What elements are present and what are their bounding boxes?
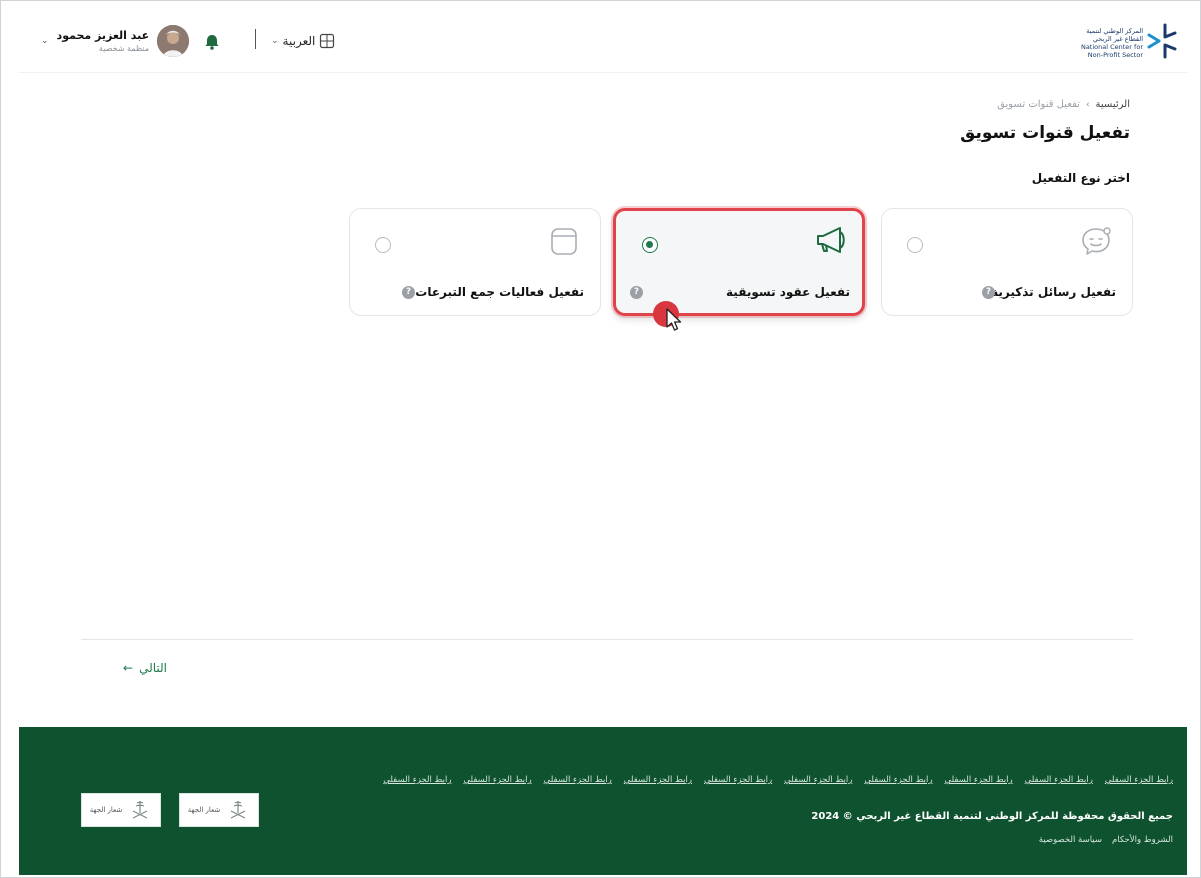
card-label: تفعيل فعاليات جمع التبرعات xyxy=(415,285,584,299)
logo-line-2: القطاع غير الربحي xyxy=(1092,35,1143,43)
radio-reminder-messages[interactable] xyxy=(907,237,923,253)
card-reminder-messages[interactable]: تفعيل رسائل تذكيرية ? xyxy=(881,208,1133,316)
footer-link[interactable]: رابط الجزء السفلي xyxy=(784,775,852,785)
logo-line-1: المركز الوطني لتنمية xyxy=(1086,27,1143,35)
chevron-down-icon: ⌄ xyxy=(41,36,49,46)
footer-policies: الشروط والأحكام سياسة الخصوصية xyxy=(1039,835,1173,845)
logo-line-4: Non-Profit Sector xyxy=(1087,51,1143,59)
user-menu[interactable]: ⌄ عبد العزيز محمود منظمة شخصية xyxy=(41,23,190,59)
footer-link[interactable]: رابط الجزء السفلي xyxy=(1025,775,1093,785)
chevron-down-icon: ⌄ xyxy=(271,36,279,46)
logo-line-3: National Center for xyxy=(1080,43,1143,51)
megaphone-icon xyxy=(817,227,845,253)
saudi-emblem-icon xyxy=(133,801,148,819)
footer: رابط الجزء السفلي رابط الجزء السفلي رابط… xyxy=(19,727,1187,875)
radio-fundraising-events[interactable] xyxy=(375,237,391,253)
terms-link[interactable]: الشروط والأحكام xyxy=(1112,835,1173,845)
footer-link[interactable]: رابط الجزء السفلي xyxy=(383,775,451,785)
language-label: العربية xyxy=(282,34,316,48)
user-name: عبد العزيز محمود xyxy=(56,29,150,42)
next-button[interactable]: التالي ← xyxy=(123,661,167,675)
language-selector[interactable]: العربية ⌄ xyxy=(271,31,335,51)
radio-marketing-contracts[interactable] xyxy=(642,237,658,253)
footer-link[interactable]: رابط الجزء السفلي xyxy=(463,775,531,785)
info-icon[interactable]: ? xyxy=(982,286,995,299)
app-window: المركز الوطني لتنمية القطاع غير الربحي N… xyxy=(0,0,1201,878)
emblem-label: شعار الجهة xyxy=(89,806,123,814)
footer-link[interactable]: رابط الجزء السفلي xyxy=(864,775,932,785)
footer-link[interactable]: رابط الجزء السفلي xyxy=(704,775,772,785)
language-icon xyxy=(320,33,335,49)
entity-emblem: شعار الجهة xyxy=(81,793,161,827)
footer-link[interactable]: رابط الجزء السفلي xyxy=(944,775,1012,785)
emblem-label: شعار الجهة xyxy=(187,806,221,814)
card-label: تفعيل عقود تسويقية xyxy=(726,285,850,299)
saudi-emblem-icon xyxy=(231,801,246,819)
top-header: المركز الوطني لتنمية القطاع غير الربحي N… xyxy=(19,9,1187,73)
breadcrumb-separator: › xyxy=(1085,99,1090,110)
logo-mark-icon xyxy=(1147,23,1177,59)
privacy-link[interactable]: سياسة الخصوصية xyxy=(1039,835,1102,845)
notification-bell-icon[interactable] xyxy=(203,33,221,51)
section-label: اختر نوع التفعيل xyxy=(1031,171,1130,185)
card-label: تفعيل رسائل تذكيرية xyxy=(991,285,1116,299)
chat-bubble-icon xyxy=(1082,227,1111,255)
content-divider xyxy=(81,639,1133,640)
calendar-icon xyxy=(551,228,577,255)
arrow-left-icon: ← xyxy=(123,661,134,675)
footer-links: رابط الجزء السفلي رابط الجزء السفلي رابط… xyxy=(383,775,1173,785)
logo-text: المركز الوطني لتنمية القطاع غير الربحي N… xyxy=(1067,27,1143,59)
copyright: جميع الحقوق محفوظة للمركز الوطني لتنمية … xyxy=(811,811,1173,822)
footer-link[interactable]: رابط الجزء السفلي xyxy=(544,775,612,785)
breadcrumb-home[interactable]: الرئيسية xyxy=(1096,99,1130,110)
avatar xyxy=(157,25,190,57)
mouse-pointer-icon xyxy=(666,308,682,331)
info-icon[interactable]: ? xyxy=(630,286,643,299)
info-icon[interactable]: ? xyxy=(402,286,415,299)
user-info: عبد العزيز محمود منظمة شخصية xyxy=(57,29,150,53)
ncnp-logo[interactable]: المركز الوطني لتنمية القطاع غير الربحي N… xyxy=(1059,15,1179,67)
footer-link[interactable]: رابط الجزء السفلي xyxy=(1105,775,1173,785)
header-divider xyxy=(255,29,256,49)
card-fundraising-events[interactable]: تفعيل فعاليات جمع التبرعات ? xyxy=(349,208,601,316)
card-marketing-contracts[interactable]: تفعيل عقود تسويقية ? xyxy=(613,208,865,316)
breadcrumb-current: تفعيل قنوات تسويق xyxy=(997,99,1080,110)
footer-link[interactable]: رابط الجزء السفلي xyxy=(624,775,692,785)
entity-emblem: شعار الجهة xyxy=(179,793,259,827)
next-label: التالي xyxy=(139,661,167,675)
user-role: منظمة شخصية xyxy=(98,44,150,53)
breadcrumb: الرئيسية › تفعيل قنوات تسويق xyxy=(997,99,1130,110)
page-title: تفعيل قنوات تسويق xyxy=(960,123,1130,143)
